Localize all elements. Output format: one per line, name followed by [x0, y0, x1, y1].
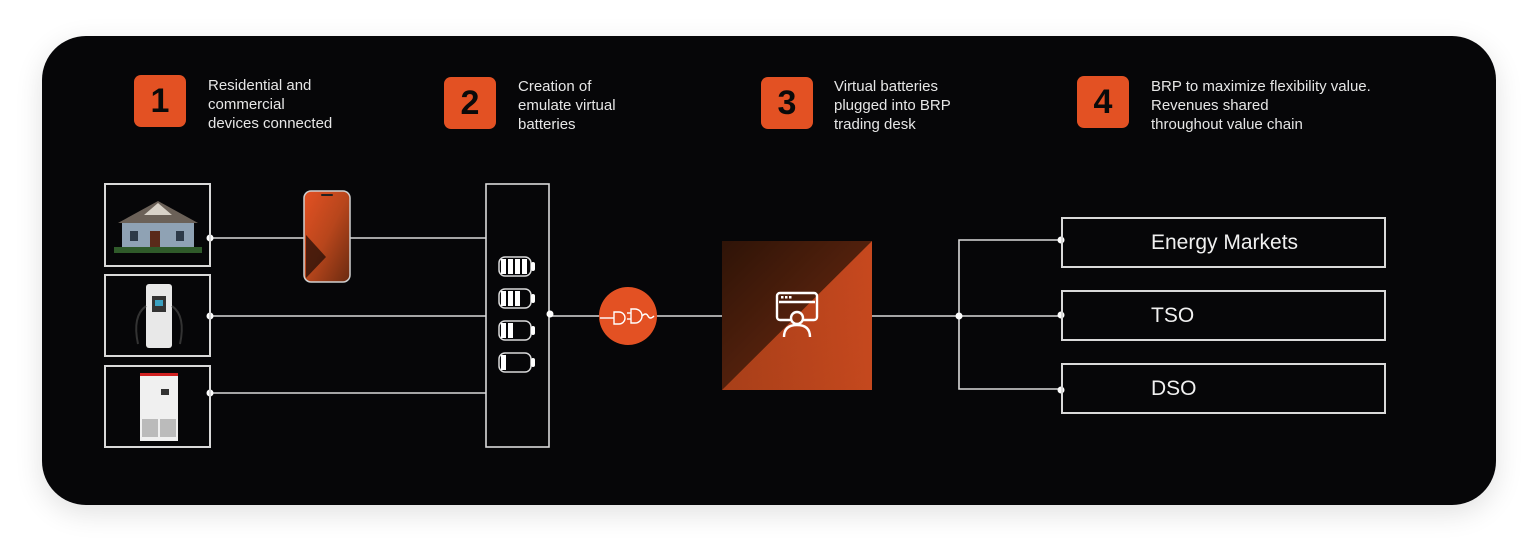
smartphone-icon	[303, 190, 351, 283]
connection-diagram	[206, 183, 1065, 448]
battery-cabinet-icon	[140, 373, 178, 441]
battery-cell	[501, 291, 506, 306]
battery-cell	[515, 259, 520, 274]
battery-icon	[498, 256, 535, 277]
device-house	[104, 183, 211, 267]
battery-cell	[522, 259, 527, 274]
battery-cell	[508, 291, 513, 306]
plug-connector-icon	[599, 287, 657, 345]
target-label: DSO	[1151, 376, 1197, 400]
target-label: TSO	[1151, 303, 1195, 327]
battery-cell	[515, 291, 520, 306]
ev-charger-icon	[135, 284, 183, 348]
target-dso: DSO	[1061, 363, 1386, 414]
battery-icon	[498, 352, 535, 373]
battery-icon	[498, 288, 535, 309]
battery-cell	[501, 323, 506, 338]
battery-icon	[498, 320, 535, 341]
device-ev-charger	[104, 274, 211, 357]
battery-cell	[508, 259, 513, 274]
trading-desk-tile	[722, 241, 872, 390]
battery-cell	[508, 323, 513, 338]
target-label: Energy Markets	[1151, 230, 1299, 254]
house-icon	[114, 201, 202, 253]
target-tso: TSO	[1061, 290, 1386, 341]
target-energy-markets: Energy Markets	[1061, 217, 1386, 268]
virtual-battery-stack	[498, 256, 535, 373]
virtual-batteries-box	[485, 183, 550, 448]
battery-cell	[501, 259, 506, 274]
battery-cell	[501, 355, 506, 370]
device-battery-cabinet	[104, 365, 211, 448]
